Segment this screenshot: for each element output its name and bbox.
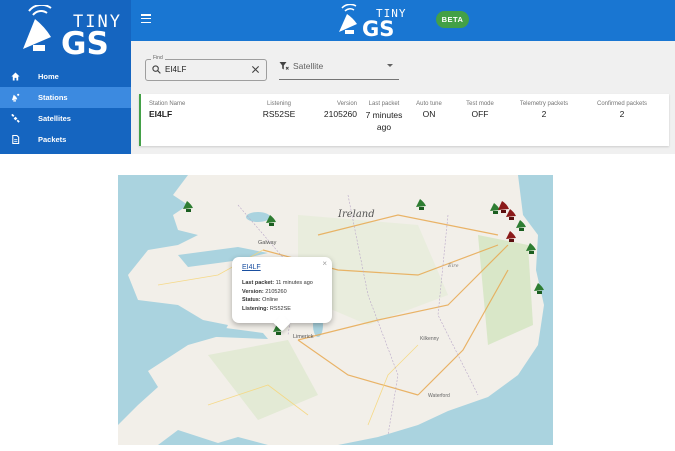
filter-icon	[279, 62, 289, 70]
map-label-ireland: Ireland	[337, 209, 375, 220]
tinygs-logo-icon: TINY GS	[339, 3, 406, 41]
telemetry-packets-cell: Telemetry packets 2	[519, 101, 569, 119]
sidebar-item-label: Stations	[38, 93, 68, 102]
svg-text:GS: GS	[61, 26, 109, 61]
popup-listening: Listening: RS52SE	[242, 305, 291, 312]
top-app-bar: TINY GS BETA	[131, 0, 675, 41]
sidebar-item-label: Home	[38, 72, 59, 81]
search-icon	[152, 65, 161, 74]
find-label: Find	[151, 55, 165, 61]
sidebar-item-label: Satellites	[38, 114, 71, 123]
version-cell: Version 2105260	[323, 101, 357, 119]
satellite-dish-logo-icon: TINY GS	[22, 5, 119, 61]
popup-status: Status: Online	[242, 297, 279, 303]
satellite-dish-icon	[11, 93, 20, 102]
document-icon	[12, 135, 20, 144]
popup-version: Version: 2105260	[242, 288, 287, 295]
popup-station-link[interactable]: EI4LF	[242, 264, 322, 271]
station-name-cell: Station Name EI4LF	[149, 101, 186, 119]
station-popup: × EI4LF Last packet: 11 minutes ago Vers…	[232, 257, 332, 332]
clear-icon[interactable]	[251, 65, 260, 74]
stations-map[interactable]: Ireland Galway Limerick Kilkenny Waterfo…	[118, 175, 553, 445]
station-row[interactable]: Station Name EI4LF Listening RS52SE Vers…	[139, 94, 669, 146]
confirmed-packets-cell: Confirmed packets 2	[596, 101, 648, 119]
satellite-icon	[11, 114, 20, 123]
menu-icon[interactable]	[141, 14, 151, 24]
beta-badge: BETA	[436, 11, 469, 28]
test-mode-cell: Test mode OFF	[466, 101, 494, 119]
chevron-down-icon	[387, 64, 393, 67]
popup-last-packet: Last packet: 11 minutes ago	[242, 280, 313, 286]
sidebar: TINY GS Home Stations Satellites Packets	[0, 0, 131, 154]
satellite-select-label: Satellite	[293, 61, 324, 71]
map-label-waterford: Waterford	[428, 393, 450, 399]
sidebar-item-satellites[interactable]: Satellites	[0, 108, 131, 129]
listening-cell: Listening RS52SE	[262, 101, 296, 119]
search-value: EI4LF	[165, 65, 187, 74]
close-icon[interactable]: ×	[322, 259, 327, 268]
sidebar-item-home[interactable]: Home	[0, 66, 131, 87]
sidebar-item-packets[interactable]: Packets	[0, 129, 131, 150]
last-packet-cell: Last packet 7 minutes ago	[365, 101, 403, 132]
top-logo[interactable]: TINY GS	[336, 3, 428, 43]
map-label-limerick: Limerick	[293, 334, 314, 340]
satellite-select[interactable]: Satellite	[279, 59, 399, 80]
svg-text:GS: GS	[362, 17, 394, 38]
search-input[interactable]: Find EI4LF	[145, 55, 267, 81]
map-label-galway: Galway	[258, 240, 277, 246]
sidebar-item-label: Packets	[38, 135, 67, 144]
map-label-eire: Éire	[447, 261, 459, 269]
sidebar-item-stations[interactable]: Stations	[0, 87, 131, 108]
map-tiles: Ireland Galway Limerick Kilkenny Waterfo…	[118, 175, 553, 445]
map-label-kilkenny: Kilkenny	[420, 336, 439, 342]
app-logo[interactable]: TINY GS	[0, 0, 131, 66]
station-name-link[interactable]: EI4LF	[149, 109, 185, 119]
auto-tune-cell: Auto tune ON	[416, 101, 442, 119]
home-icon	[11, 72, 20, 81]
